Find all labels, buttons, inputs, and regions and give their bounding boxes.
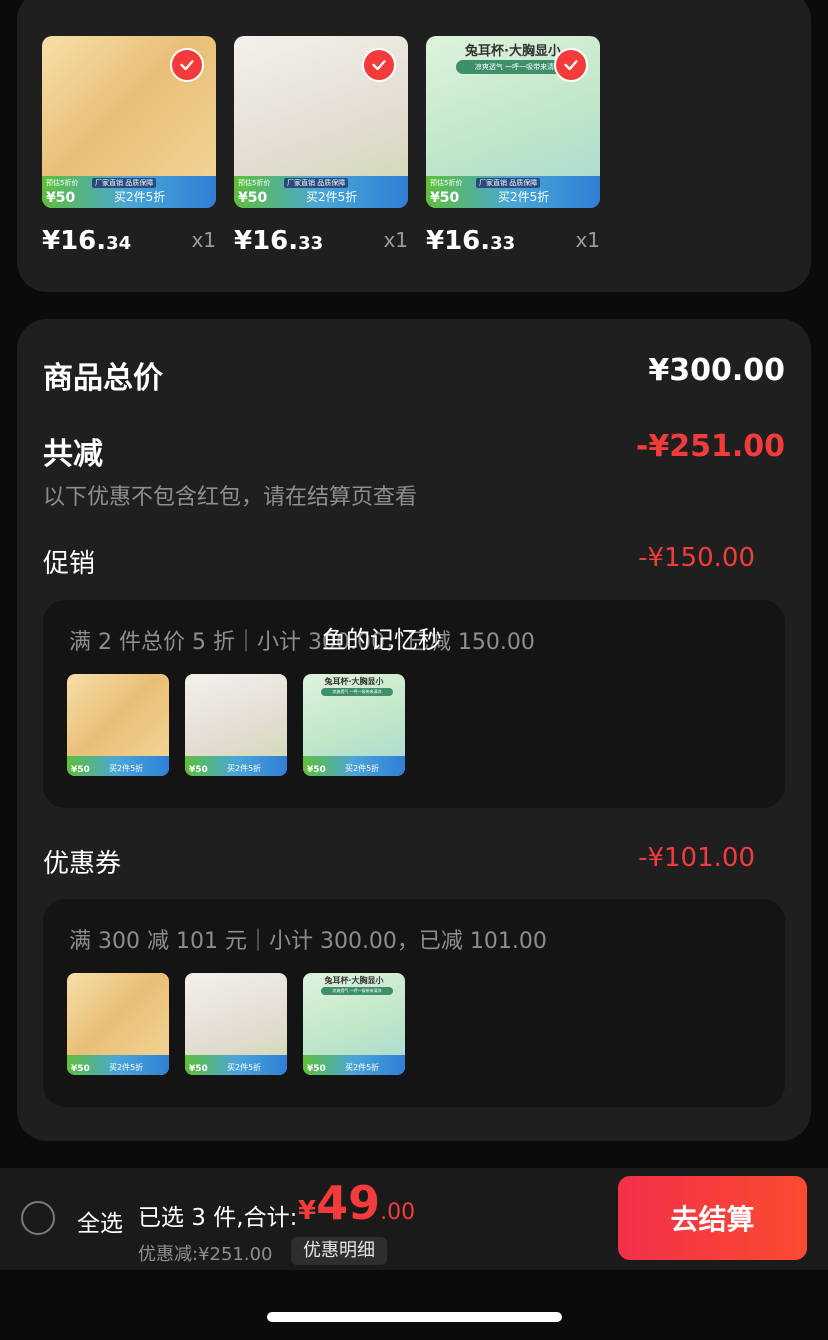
discount-amount: 优惠减:¥251.00 — [138, 1244, 273, 1265]
coupon-item-thumb[interactable]: ¥50 买2件5折 — [185, 973, 287, 1075]
cart-discount-page: 预估5折价 厂家直销 品质保障 ¥50 买2件5折 ¥16.34 x1 预估5折… — [0, 0, 828, 1340]
promo-price: ¥50 — [238, 190, 268, 206]
product-price: ¥16.33 — [426, 226, 516, 256]
total-price-value: ¥300.00 — [648, 353, 785, 388]
product-price: ¥16.34 — [42, 226, 132, 256]
checked-icon[interactable] — [362, 48, 396, 82]
reduce-hint: 以下优惠不包含红包，请在结算页查看 — [43, 485, 418, 510]
coupon-item-thumb[interactable]: 兔耳杯·大胸显小 凉爽透气 一呼一吸带来清凉 ¥50 买2件5折 — [303, 973, 405, 1075]
total-reduce-value: -¥251.00 — [635, 429, 785, 464]
promo-tag: 预估5折价 — [238, 179, 271, 187]
product-image[interactable]: 兔耳杯·大胸显小 凉爽透气 一呼一吸带来清凉 预估5折价 厂家直销 品质保障 ¥… — [426, 36, 600, 208]
checked-icon[interactable] — [170, 48, 204, 82]
promo-price: ¥50 — [46, 190, 76, 206]
home-indicator — [267, 1312, 562, 1322]
checkout-button[interactable]: 去结算 — [618, 1176, 807, 1260]
promo-item-thumb[interactable]: ¥50 买2件5折 — [67, 674, 169, 776]
promo-label: 促销 — [43, 549, 96, 579]
discount-detail-button[interactable]: 优惠明细 — [291, 1237, 387, 1265]
promo-item-thumb[interactable]: 兔耳杯·大胸显小 凉爽透气 一呼一吸带来清凉 ¥50 买2件5折 — [303, 674, 405, 776]
promo-value: -¥150.00 — [638, 543, 755, 573]
coupon-value: -¥101.00 — [638, 843, 755, 873]
promo-buy: 买2件5折 — [114, 190, 166, 204]
promo-guarantee: 厂家直销 品质保障 — [284, 178, 349, 188]
selected-products-card: 预估5折价 厂家直销 品质保障 ¥50 买2件5折 ¥16.34 x1 预估5折… — [17, 0, 811, 292]
coupon-label: 优惠券 — [43, 849, 122, 879]
promo-strip: 预估5折价 厂家直销 品质保障 ¥50 买2件5折 — [234, 176, 408, 208]
coupon-item-thumb[interactable]: ¥50 买2件5折 — [67, 973, 169, 1075]
promo-buy: 买2件5折 — [498, 190, 550, 204]
product-qty: x1 — [575, 228, 600, 252]
promo-buy: 买2件5折 — [306, 190, 358, 204]
promo-price: ¥50 — [430, 190, 460, 206]
total-reduce-row: 共减 -¥251.00 — [43, 429, 785, 473]
promo-strip: 预估5折价 厂家直销 品质保障 ¥50 买2件5折 — [426, 176, 600, 208]
checkout-bar: 全选 已选 3 件,合计: ¥49.00 优惠减:¥251.00 优惠明细 去结… — [0, 1168, 828, 1270]
promo-tag: 预估5折价 — [430, 179, 463, 187]
coupon-row[interactable]: 优惠券 -¥101.00 — [43, 843, 785, 880]
floating-overlay-text: 鱼的记忆秒 — [322, 626, 442, 654]
promo-guarantee: 厂家直销 品质保障 — [92, 178, 157, 188]
product-item[interactable]: 预估5折价 厂家直销 品质保障 ¥50 买2件5折 ¥16.33 x1 — [234, 36, 408, 256]
coupon-detail: 满 300 减 101 元｜小计 300.00，已减 101.00 — [69, 929, 547, 954]
select-all-radio[interactable] — [21, 1201, 55, 1235]
promo-tag: 预估5折价 — [46, 179, 79, 187]
select-all-label[interactable]: 全选 — [77, 1204, 123, 1238]
total-price-row: 商品总价 ¥300.00 — [43, 353, 785, 397]
selected-count-text: 已选 3 件,合计: — [138, 1205, 298, 1231]
product-qty: x1 — [191, 228, 216, 252]
coupon-group: 满 300 减 101 元｜小计 300.00，已减 101.00 ¥50 买2件… — [43, 899, 785, 1107]
promo-item-thumb[interactable]: ¥50 买2件5折 — [185, 674, 287, 776]
checked-icon[interactable] — [554, 48, 588, 82]
total-price-label: 商品总价 — [43, 361, 163, 396]
product-image[interactable]: 预估5折价 厂家直销 品质保障 ¥50 买2件5折 — [42, 36, 216, 208]
total-reduce-label: 共减 — [43, 437, 103, 472]
product-item[interactable]: 兔耳杯·大胸显小 凉爽透气 一呼一吸带来清凉 预估5折价 厂家直销 品质保障 ¥… — [426, 36, 600, 256]
promo-detail: 满 2 件总价 5 折｜小计 300.00，已减 150.00 — [69, 630, 535, 655]
product-item[interactable]: 预估5折价 厂家直销 品质保障 ¥50 买2件5折 ¥16.34 x1 — [42, 36, 216, 256]
promo-strip: 预估5折价 厂家直销 品质保障 ¥50 买2件5折 — [42, 176, 216, 208]
promo-guarantee: 厂家直销 品质保障 — [476, 178, 541, 188]
total-amount: ¥49.00 — [298, 1176, 416, 1230]
product-price: ¥16.33 — [234, 226, 324, 256]
price-summary-card: 商品总价 ¥300.00 共减 -¥251.00 以下优惠不包含红包，请在结算页… — [17, 319, 811, 1141]
product-image[interactable]: 预估5折价 厂家直销 品质保障 ¥50 买2件5折 — [234, 36, 408, 208]
promo-row[interactable]: 促销 -¥150.00 — [43, 543, 785, 580]
product-qty: x1 — [383, 228, 408, 252]
